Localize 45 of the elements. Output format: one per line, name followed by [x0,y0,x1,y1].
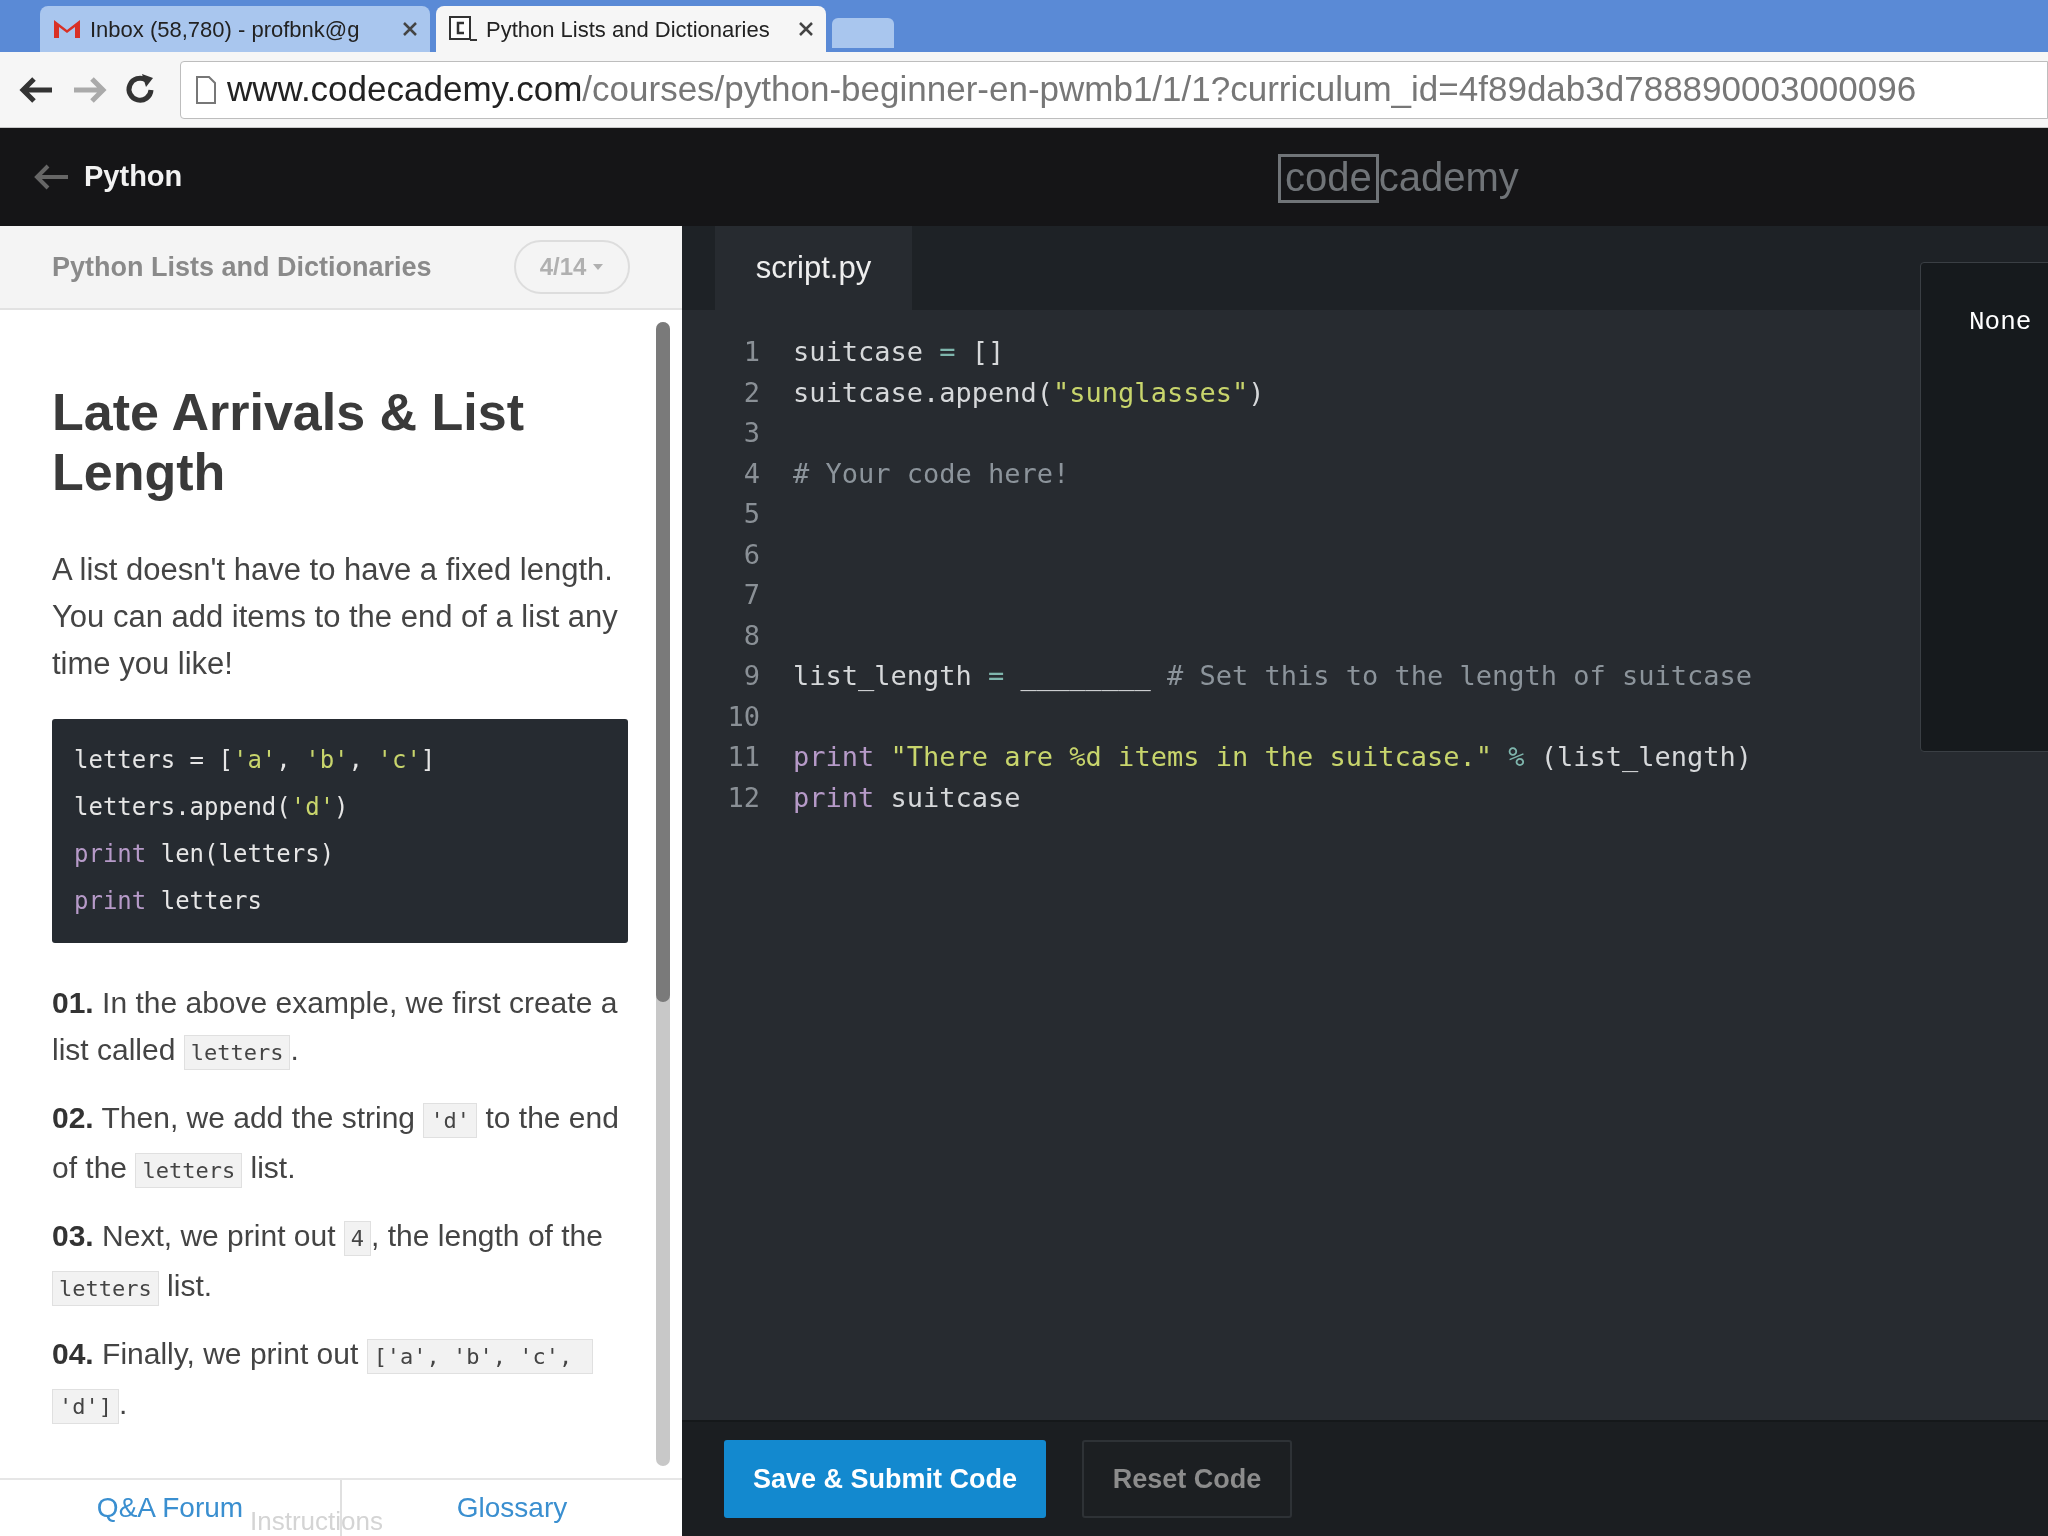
browser-tab[interactable]: Python Lists and Dictionaries [436,6,826,52]
line-number: 9 [742,659,760,693]
unit-title: Python Lists and Dictionaries [52,250,432,284]
site-favicon-icon [448,15,478,43]
line-number: 8 [742,618,760,653]
address-bar[interactable]: www.codecademy.com/courses/python-beginner-en-pwmb1/1/1?curriculum_id=4f89dab3d788890003000096 [180,60,2048,119]
file-tab[interactable]: script.py [715,226,912,310]
output-text: None [1969,306,2033,339]
forum-link[interactable]: Q&A Forum [96,1487,244,1529]
lesson-intro: A list doesn't have to have a fixed length. You can add items to the end of a list any time you like! [52,551,619,683]
line-number: 1 [742,335,760,369]
glossary-link[interactable]: Glossary [456,1487,568,1529]
reset-button[interactable]: Reset Code [1082,1440,1292,1518]
browser-tab[interactable]: Inbox (58,780) - profbnk@g [40,6,430,52]
instruction-step: 01. In the above example, we first create a list called letters . [52,979,628,1076]
line-number: 5 [742,497,760,531]
code-line: print "There are %d items in the suitcase." % (list_length) [793,740,1753,774]
submit-button[interactable]: Save & Submit Code [724,1440,1046,1518]
site-logo[interactable]: code cademy [1278,154,1519,203]
line-number: 12 [726,780,760,815]
line-number: 10 [726,699,760,734]
line-number: 7 [742,578,760,612]
code-line: # Your code here! [793,456,1070,491]
caret-icon [592,263,605,271]
instruction-step: 03. Next, we print out 4 , the length of the letters list. [52,1212,628,1312]
tab-title: Inbox (58,780) - profbnk@g [90,15,361,44]
envelope-m-icon [52,18,82,40]
code-line: suitcase = [] [793,335,1005,369]
line-number: 4 [742,456,760,491]
lesson-title: Late Arrivals & List Length [52,382,525,502]
scrollbar[interactable] [656,322,670,1466]
line-number: 6 [742,537,760,572]
line-number: 3 [742,416,760,450]
close-icon[interactable] [402,21,418,37]
page-icon [195,74,217,105]
course-title[interactable]: Python [84,155,183,199]
code-line: suitcase.append("sunglasses") [793,375,1265,410]
line-number: 11 [726,740,760,774]
code-line: print suitcase [793,780,1021,815]
close-icon[interactable] [798,21,814,37]
line-number: 2 [742,375,760,410]
code-example: letters = ['a', 'b', 'c'] letters.append('d') print len(letters) print letters [52,719,628,943]
code-line: list_length = ________ # Set this to the length of suitcase [793,659,1753,693]
instruction-step: 02. Then, we add the string 'd' to the end of the letters list. [52,1094,628,1194]
tab-title: Python Lists and Dictionaries [486,15,771,44]
